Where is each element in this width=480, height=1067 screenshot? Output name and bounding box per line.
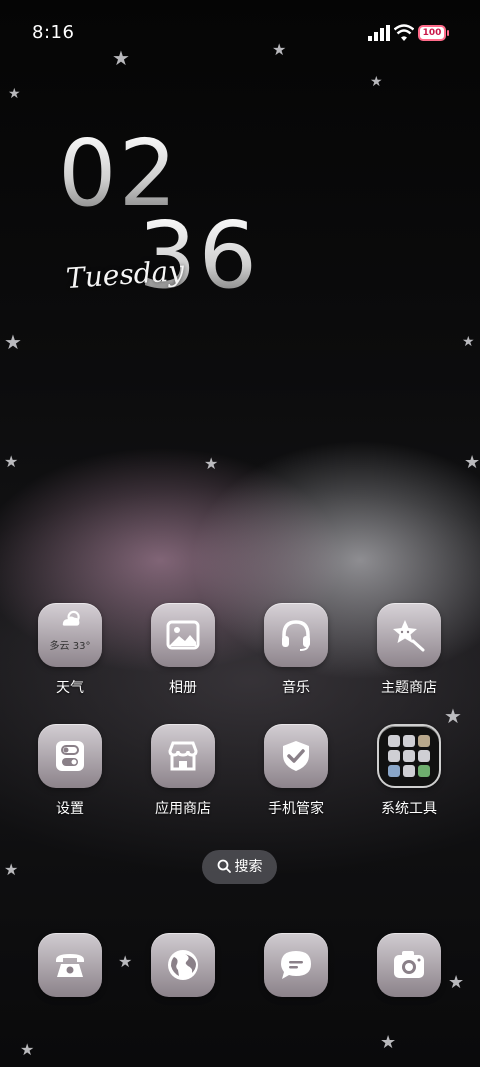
app-gallery[interactable]: 相册 xyxy=(149,603,217,697)
star-decoration: ★ xyxy=(8,86,21,102)
dock-phone[interactable] xyxy=(36,933,104,997)
app-label: 主题商店 xyxy=(381,680,437,696)
storefront-icon xyxy=(168,741,198,771)
signal-icon xyxy=(368,25,390,41)
app-label: 相册 xyxy=(169,680,197,696)
app-theme-store[interactable]: 主题商店 xyxy=(375,603,443,697)
app-app-store[interactable]: 应用商店 xyxy=(149,724,217,818)
browser-globe-icon xyxy=(168,950,198,980)
folder-icon xyxy=(377,724,441,788)
search-button[interactable]: 搜索 xyxy=(202,850,277,884)
app-phone-manager[interactable]: 手机管家 xyxy=(262,724,330,818)
phone-icon xyxy=(56,954,84,977)
star-decoration: ★ xyxy=(444,704,462,728)
wifi-icon xyxy=(394,24,414,41)
headphones-icon xyxy=(282,620,310,651)
home-screen: ★ ★ ★ ★ ★ ★ ★ ★ ★ ★ ★ ★ ★ ★ ★ 8:16 100 0… xyxy=(0,0,480,1067)
shield-check-icon xyxy=(283,741,309,771)
star-decoration: ★ xyxy=(4,452,19,471)
camera-icon xyxy=(394,951,424,978)
star-decoration: ★ xyxy=(464,452,480,473)
app-label: 手机管家 xyxy=(268,801,324,817)
search-icon xyxy=(217,859,231,873)
app-label: 系统工具 xyxy=(381,801,437,817)
toggle-settings-icon xyxy=(56,741,84,771)
star-decoration: ★ xyxy=(204,454,219,473)
star-decoration: ★ xyxy=(4,860,19,879)
app-label: 音乐 xyxy=(282,680,310,696)
dock-messages[interactable] xyxy=(262,933,330,997)
dock-camera[interactable] xyxy=(375,933,443,997)
status-bar: 8:16 100 xyxy=(0,0,480,70)
app-label: 设置 xyxy=(56,801,84,817)
app-weather[interactable]: 多云 33° 天气 xyxy=(36,603,104,697)
app-settings[interactable]: 设置 xyxy=(36,724,104,818)
weather-summary: 多云 33° xyxy=(49,641,91,652)
image-icon xyxy=(166,620,200,650)
status-time: 8:16 xyxy=(32,22,75,43)
app-system-tools-folder[interactable]: 系统工具 xyxy=(375,724,443,818)
search-label: 搜索 xyxy=(234,859,263,875)
star-decoration: ★ xyxy=(380,1032,397,1053)
star-decoration: ★ xyxy=(448,972,465,993)
battery-icon: 100 xyxy=(418,25,449,41)
messages-icon xyxy=(281,951,311,979)
star-wand-icon xyxy=(393,620,425,652)
app-label: 应用商店 xyxy=(155,801,211,817)
app-label: 天气 xyxy=(56,680,84,696)
star-decoration: ★ xyxy=(462,334,475,350)
star-decoration: ★ xyxy=(20,1040,35,1059)
star-decoration: ★ xyxy=(118,952,133,971)
weather-icon: 多云 33° xyxy=(38,603,102,667)
dock-browser[interactable] xyxy=(149,933,217,997)
star-decoration: ★ xyxy=(370,74,383,90)
app-music[interactable]: 音乐 xyxy=(262,603,330,697)
star-decoration: ★ xyxy=(4,330,22,354)
